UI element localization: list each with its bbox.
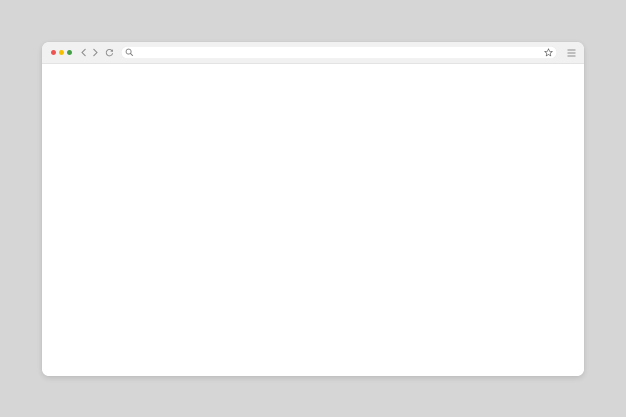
star-icon [544, 48, 553, 57]
hamburger-menu-icon [567, 49, 576, 56]
window-close-button[interactable] [51, 50, 56, 55]
back-button[interactable] [78, 47, 89, 58]
search-icon [125, 48, 134, 57]
menu-button[interactable] [566, 47, 577, 58]
forward-button[interactable] [89, 47, 100, 58]
window-maximize-button[interactable] [67, 50, 72, 55]
address-input[interactable] [137, 46, 537, 59]
window-minimize-button[interactable] [59, 50, 64, 55]
browser-window [42, 42, 584, 376]
reload-button[interactable] [104, 47, 115, 58]
bookmark-button[interactable] [543, 47, 554, 58]
chevron-left-icon [80, 48, 86, 57]
browser-toolbar [42, 42, 584, 64]
address-bar[interactable] [121, 46, 557, 59]
page-content [42, 64, 584, 376]
chevron-right-icon [92, 48, 98, 57]
reload-icon [105, 49, 114, 57]
